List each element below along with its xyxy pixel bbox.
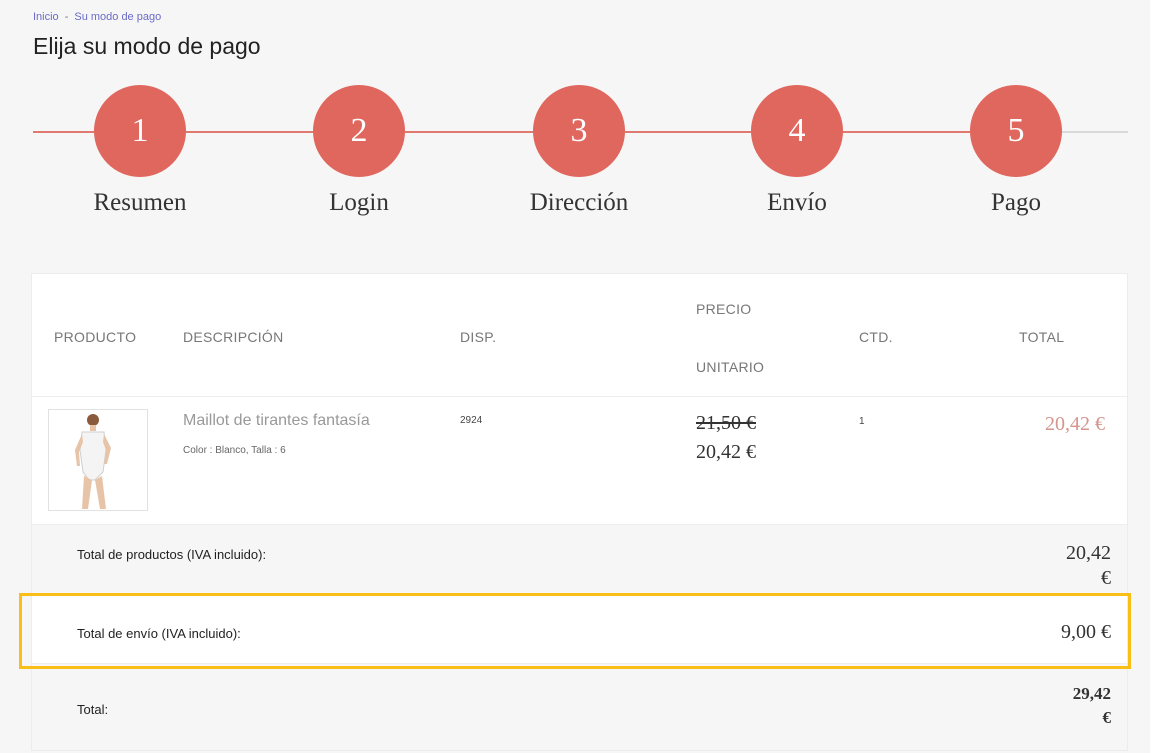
grand-total-amount: 29,42 [1072,684,1111,703]
breadcrumb-separator: - [64,11,69,23]
products-total-currency: € [1101,567,1111,589]
step-number-circle: 5 [970,85,1062,177]
header-unit-price-line2: UNITARIO [696,359,765,375]
step-number-circle: 4 [751,85,843,177]
step-label: Login [329,189,389,216]
product-old-price: 21,50 € [696,412,756,434]
header-description: DESCRIPCIÓN [183,329,284,345]
grand-total-row: Total: 29,42 € [32,664,1127,750]
step-number-circle: 3 [533,85,625,177]
breadcrumb-home-link[interactable]: Inicio [33,11,59,23]
row-divider [32,396,1127,397]
grand-total-currency: € [1102,708,1112,727]
grand-total-value: 29,42 € [1073,682,1111,730]
header-total: TOTAL [1019,329,1065,345]
step-label: Envío [767,189,827,216]
step-resumen[interactable]: 1 Resumen [50,85,230,217]
breadcrumb: Inicio - Su modo de pago [33,11,161,23]
step-number-circle: 1 [94,85,186,177]
product-name-link[interactable]: Maillot de tirantes fantasía [183,412,370,430]
products-total-value: 20,42 € [1066,541,1111,591]
product-unit-price: 20,42 € [696,441,756,463]
step-label: Pago [991,189,1041,216]
product-quantity: 1 [859,416,865,427]
step-envio[interactable]: 4 Envío [707,85,887,217]
header-quantity: CTD. [859,329,893,345]
step-login[interactable]: 2 Login [269,85,449,217]
product-attributes: Color : Blanco, Talla : 6 [183,445,286,456]
header-unit-price-line1: PRECIO [696,301,752,317]
product-image[interactable] [48,409,148,511]
products-total-label: Total de productos (IVA incluido): [77,547,267,562]
page-title: Elija su modo de pago [33,33,261,59]
step-label: Resumen [93,189,187,216]
swimsuit-image-icon [75,414,111,509]
shipping-highlight-box [19,593,1131,669]
header-availability: DISP. [460,329,497,345]
step-number-circle: 2 [313,85,405,177]
product-availability: 2924 [460,415,483,426]
step-label: Dirección [529,189,629,216]
step-pago: 5 Pago [926,85,1106,217]
grand-total-label: Total: [77,702,109,717]
product-total: 20,42 € [1045,413,1105,435]
header-product: PRODUCTO [54,329,137,345]
cart-summary-table: PRODUCTO DESCRIPCIÓN DISP. PRECIO UNITAR… [31,273,1128,751]
products-total-row: Total de productos (IVA incluido): 20,42… [32,525,1127,595]
breadcrumb-current: Su modo de pago [74,11,162,23]
step-direccion[interactable]: 3 Dirección [489,85,669,217]
products-total-amount: 20,42 [1066,542,1111,564]
